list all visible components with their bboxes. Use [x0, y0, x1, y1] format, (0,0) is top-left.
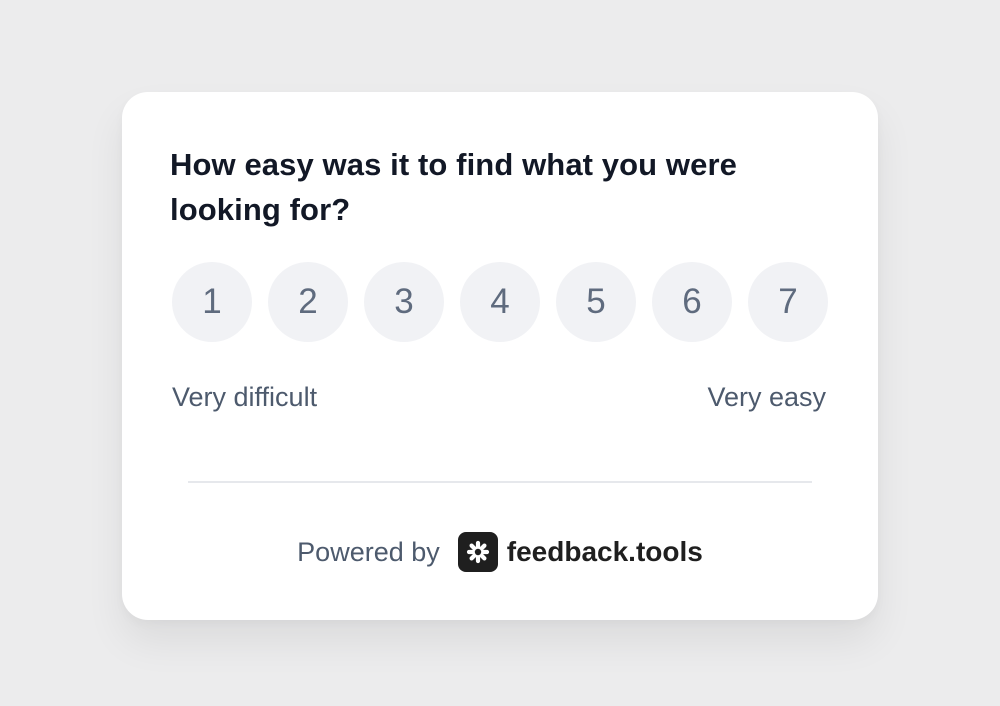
survey-question: How easy was it to find what you were lo… — [170, 147, 737, 227]
brand-link[interactable]: feedback.tools — [457, 532, 703, 572]
scale-max-label: Very easy — [707, 382, 826, 412]
survey-card: How easy was it to find what you were lo… — [122, 92, 878, 620]
rating-button-6[interactable]: 6 — [652, 262, 732, 342]
rating-button-5[interactable]: 5 — [556, 262, 636, 342]
asterisk-logo-icon — [457, 532, 498, 572]
brand-name: feedback.tools — [506, 536, 703, 567]
rating-button-3[interactable]: 3 — [364, 262, 444, 342]
divider — [188, 481, 812, 483]
rating-scale: 1 2 3 4 5 6 7 — [172, 262, 828, 342]
powered-by-footer: Powered by feedback.tools — [122, 528, 878, 576]
powered-by-text: Powered by — [297, 536, 440, 567]
rating-button-7[interactable]: 7 — [748, 262, 828, 342]
scale-min-label: Very difficult — [172, 382, 318, 412]
rating-button-4[interactable]: 4 — [460, 262, 540, 342]
rating-button-2[interactable]: 2 — [268, 262, 348, 342]
rating-button-1[interactable]: 1 — [172, 262, 252, 342]
